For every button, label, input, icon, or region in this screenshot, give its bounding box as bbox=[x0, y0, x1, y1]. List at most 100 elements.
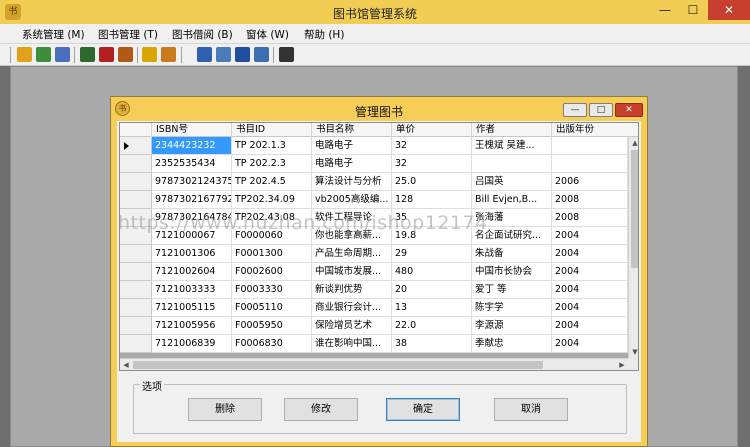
cell-isbn[interactable]: 7121005115 bbox=[152, 299, 232, 317]
cell-price[interactable]: 32 bbox=[392, 137, 472, 155]
horizontal-scroll-thumb[interactable] bbox=[133, 361, 543, 369]
cell-book-id[interactable]: TP 202.4.5 bbox=[232, 173, 312, 191]
cell-isbn[interactable]: 2344423232 bbox=[152, 137, 232, 155]
bulb-icon[interactable] bbox=[142, 47, 157, 62]
table-row[interactable]: 2344423232 TP 202.1.3 电路电子 32 王槐斌 吴建... bbox=[120, 137, 628, 155]
cell-book-id[interactable]: F0002600 bbox=[232, 263, 312, 281]
cell-book-id[interactable]: F0006830 bbox=[232, 335, 312, 353]
cell-publish-year[interactable]: 2008 bbox=[552, 191, 628, 209]
cell-price[interactable]: 32 bbox=[392, 155, 472, 173]
cell-price[interactable]: 22.0 bbox=[392, 317, 472, 335]
key-icon[interactable] bbox=[17, 47, 32, 62]
cell-book-name[interactable]: 产品生命周期... bbox=[312, 245, 392, 263]
cell-book-name[interactable]: 新谈判优势 bbox=[312, 281, 392, 299]
table-row[interactable]: 7121005956 F0005950 保险增员艺术 22.0 李源源 2004 bbox=[120, 317, 628, 335]
notebook-icon[interactable] bbox=[80, 47, 95, 62]
card-icon[interactable] bbox=[161, 47, 176, 62]
cell-publish-year[interactable]: 2004 bbox=[552, 245, 628, 263]
cell-book-id[interactable]: TP 202.1.3 bbox=[232, 137, 312, 155]
cell-publish-year[interactable]: 2004 bbox=[552, 281, 628, 299]
row-header[interactable] bbox=[120, 281, 152, 299]
cell-book-name[interactable]: 电路电子 bbox=[312, 155, 392, 173]
cell-price[interactable]: 480 bbox=[392, 263, 472, 281]
cell-publish-year[interactable]: 2008 bbox=[552, 209, 628, 227]
column-header-isbn[interactable]: ISBN号 bbox=[152, 123, 232, 137]
row-header[interactable] bbox=[120, 317, 152, 335]
cell-book-name[interactable]: 算法设计与分析 bbox=[312, 173, 392, 191]
menu-books[interactable]: 图书管理 (T) bbox=[98, 27, 158, 42]
dialog-maximize-button[interactable]: □ bbox=[589, 103, 613, 117]
cell-book-name[interactable]: vb2005高级编... bbox=[312, 191, 392, 209]
cell-book-id[interactable]: F0001300 bbox=[232, 245, 312, 263]
cell-author[interactable]: 王槐斌 吴建... bbox=[472, 137, 552, 155]
cell-book-name[interactable]: 保险增员艺术 bbox=[312, 317, 392, 335]
cell-isbn[interactable]: 7121006839 bbox=[152, 335, 232, 353]
cell-isbn[interactable]: 7121002604 bbox=[152, 263, 232, 281]
cell-author[interactable]: Bill Evjen,B... bbox=[472, 191, 552, 209]
cell-book-id[interactable]: TP202.34.09 bbox=[232, 191, 312, 209]
pointer-help-icon[interactable] bbox=[279, 47, 294, 62]
cell-book-id[interactable]: TP 202.2.3 bbox=[232, 155, 312, 173]
row-header[interactable] bbox=[120, 245, 152, 263]
table-row[interactable]: 9787302124375 TP 202.4.5 算法设计与分析 25.0 吕国英 200… bbox=[120, 173, 628, 191]
scroll-right-arrow[interactable]: ▶ bbox=[616, 359, 628, 370]
cell-publish-year[interactable]: 2004 bbox=[552, 335, 628, 353]
books-grid[interactable]: ISBN号 书目ID 书目名称 单价 作者 出版年份 2344423232 TP … bbox=[119, 122, 639, 371]
horizontal-scrollbar[interactable]: ◀ ▶ bbox=[120, 358, 628, 370]
cell-author[interactable]: 朱战备 bbox=[472, 245, 552, 263]
table-row[interactable]: 7121006839 F0006830 谁在影响中国... 38 季献忠 2004 bbox=[120, 335, 628, 353]
column-header-author[interactable]: 作者 bbox=[472, 123, 552, 137]
cell-publish-year[interactable]: 2004 bbox=[552, 227, 628, 245]
row-header[interactable] bbox=[120, 263, 152, 281]
edit-button[interactable]: 修改 bbox=[284, 398, 358, 421]
menu-help[interactable]: 帮助 (H) bbox=[304, 27, 344, 42]
cell-book-name[interactable]: 中国城市发展... bbox=[312, 263, 392, 281]
cell-price[interactable]: 20 bbox=[392, 281, 472, 299]
dialog-title-bar[interactable]: 书 管理图书 — □ ✕ bbox=[111, 97, 647, 121]
cell-publish-year[interactable] bbox=[552, 155, 628, 173]
menu-window[interactable]: 窗体 (W) bbox=[246, 27, 289, 42]
cell-book-name[interactable]: 谁在影响中国... bbox=[312, 335, 392, 353]
cell-isbn[interactable]: 7121005956 bbox=[152, 317, 232, 335]
row-header[interactable] bbox=[120, 155, 152, 173]
window-icon[interactable] bbox=[254, 47, 269, 62]
confirm-button[interactable]: 确定 bbox=[386, 398, 460, 421]
cell-price[interactable]: 38 bbox=[392, 335, 472, 353]
window-maximize-button[interactable]: ☐ bbox=[680, 0, 706, 20]
column-header-price[interactable]: 单价 bbox=[392, 123, 472, 137]
cell-price[interactable]: 13 bbox=[392, 299, 472, 317]
window-minimize-button[interactable]: — bbox=[652, 0, 678, 20]
row-header[interactable] bbox=[120, 299, 152, 317]
scroll-left-arrow[interactable]: ◀ bbox=[120, 359, 132, 370]
cell-publish-year[interactable]: 2004 bbox=[552, 299, 628, 317]
column-header-book-name[interactable]: 书目名称 bbox=[312, 123, 392, 137]
book-red-icon[interactable] bbox=[99, 47, 114, 62]
window-close-button[interactable]: ✕ bbox=[708, 0, 750, 20]
users-icon[interactable] bbox=[36, 47, 51, 62]
row-header[interactable] bbox=[120, 191, 152, 209]
scroll-up-arrow[interactable]: ▲ bbox=[629, 137, 638, 149]
dialog-minimize-button[interactable]: — bbox=[563, 103, 587, 117]
vertical-scroll-thumb[interactable] bbox=[631, 150, 638, 268]
cell-publish-year[interactable]: 2004 bbox=[552, 263, 628, 281]
table-row[interactable]: 7121003333 F0003330 新谈判优势 20 爱丁 等 2004 bbox=[120, 281, 628, 299]
menu-borrow[interactable]: 图书借阅 (B) bbox=[172, 27, 233, 42]
row-header[interactable] bbox=[120, 137, 152, 155]
table-row[interactable]: 7121002604 F0002600 中国城市发展... 480 中国市长协会 2004 bbox=[120, 263, 628, 281]
cell-isbn[interactable]: 7121003333 bbox=[152, 281, 232, 299]
cell-book-name[interactable]: 电路电子 bbox=[312, 137, 392, 155]
cell-author[interactable]: 爱丁 等 bbox=[472, 281, 552, 299]
cell-book-name[interactable]: 商业银行会计... bbox=[312, 299, 392, 317]
delete-button[interactable]: 删除 bbox=[188, 398, 262, 421]
cell-author[interactable]: 季献忠 bbox=[472, 335, 552, 353]
books-icon[interactable] bbox=[118, 47, 133, 62]
dialog-close-button[interactable]: ✕ bbox=[615, 103, 643, 117]
cell-author[interactable]: 中国市长协会 bbox=[472, 263, 552, 281]
monitor-icon[interactable] bbox=[216, 47, 231, 62]
table-row[interactable]: 9787302167792 TP202.34.09 vb2005高级编... 128 B… bbox=[120, 191, 628, 209]
cell-price[interactable]: 128 bbox=[392, 191, 472, 209]
cell-isbn[interactable]: 2352535434 bbox=[152, 155, 232, 173]
cancel-button[interactable]: 取消 bbox=[494, 398, 568, 421]
column-header-book-id[interactable]: 书目ID bbox=[232, 123, 312, 137]
cell-isbn[interactable]: 9787302167792 bbox=[152, 191, 232, 209]
